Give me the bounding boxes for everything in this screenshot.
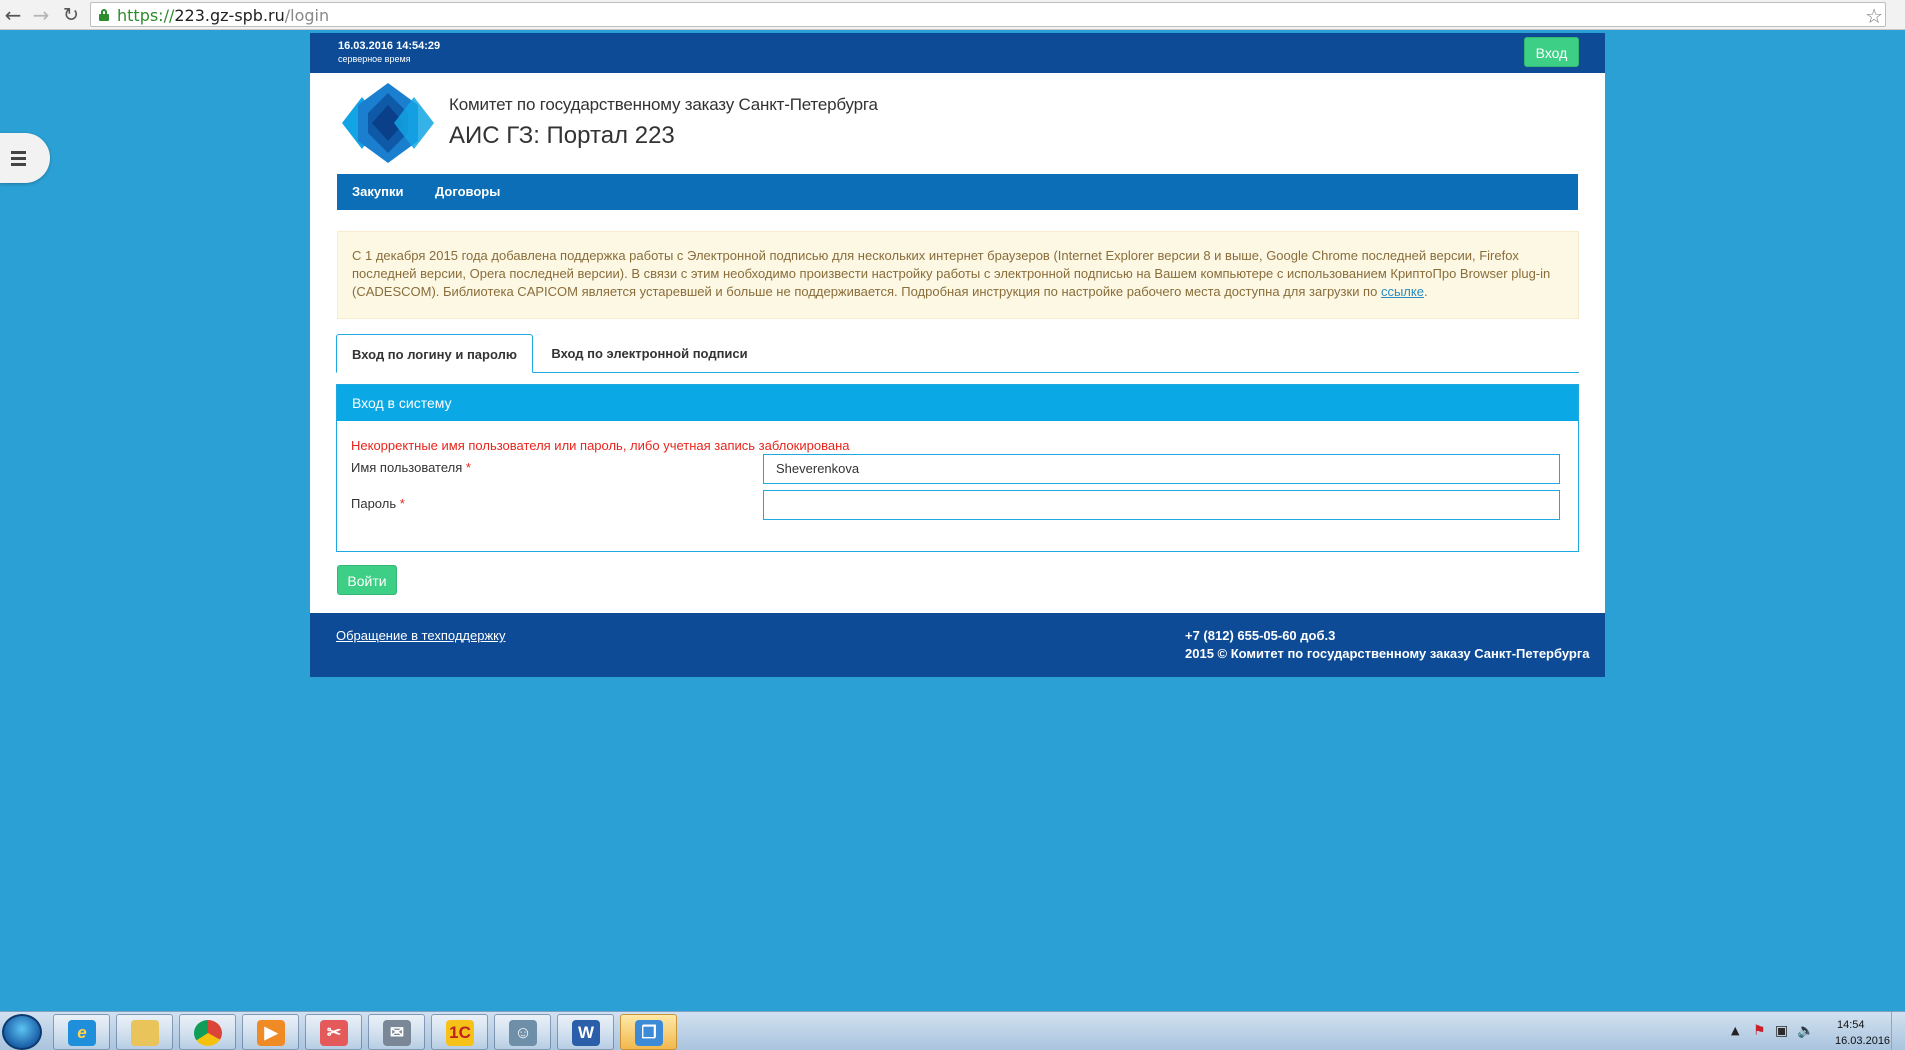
- required-mark: *: [399, 496, 405, 511]
- hamburger-icon: [11, 151, 26, 154]
- one-c-logo-icon: 1С: [446, 1020, 474, 1046]
- forward-arrow-icon[interactable]: →: [30, 4, 52, 26]
- volume-icon[interactable]: 🔈: [1797, 1023, 1814, 1039]
- top-bar: 16.03.2016 14:54:29 серверное время Вход: [310, 33, 1605, 73]
- support-link[interactable]: Обращение в техподдержку: [336, 628, 506, 643]
- monitor-icon[interactable]: ▣: [1775, 1023, 1788, 1039]
- committee-logo: [342, 83, 434, 163]
- tab-digital-signature[interactable]: Вход по электронной подписи: [546, 334, 753, 373]
- folder-icon: [131, 1020, 159, 1046]
- word-icon[interactable]: W: [557, 1014, 614, 1050]
- url-host: 223.gz-spb.ru: [174, 6, 285, 25]
- address-bar[interactable]: https://223.gz-spb.ru/login ☆: [90, 2, 1886, 28]
- page-container: 16.03.2016 14:54:29 серверное время Вход…: [310, 33, 1605, 677]
- envelope-icon: ✉: [383, 1020, 411, 1046]
- person-icon: ☺: [509, 1020, 537, 1046]
- login-panel-title: Вход в систему: [337, 385, 1578, 421]
- footer-phone: +7 (812) 655-05-60 доб.3: [1185, 628, 1336, 643]
- footer-copyright: 2015 © Комитет по государственному заказ…: [1185, 646, 1590, 661]
- hamburger-icon-bar: [11, 163, 26, 166]
- network-error-icon[interactable]: ⚑: [1753, 1023, 1766, 1039]
- back-arrow-icon[interactable]: ←: [2, 4, 24, 26]
- browser-toolbar: ← → ↻ https://223.gz-spb.ru/login ☆: [0, 0, 1905, 30]
- lock-icon: [99, 9, 109, 21]
- window-icon: ❐: [635, 1020, 663, 1046]
- required-mark: *: [465, 460, 471, 475]
- footer: Обращение в техподдержку +7 (812) 655-05…: [310, 613, 1605, 677]
- notice-alert: С 1 декабря 2015 года добавлена поддержк…: [337, 231, 1579, 319]
- media-player-icon[interactable]: ▶: [242, 1014, 299, 1050]
- start-button[interactable]: [2, 1014, 42, 1050]
- notice-text: С 1 декабря 2015 года добавлена поддержк…: [352, 248, 1551, 299]
- main-menu: Закупки Договоры: [337, 174, 1578, 210]
- password-input[interactable]: [763, 490, 1560, 520]
- play-icon: ▶: [257, 1020, 285, 1046]
- internet-explorer-icon[interactable]: e: [53, 1014, 110, 1050]
- side-menu-toggle[interactable]: [0, 133, 50, 183]
- menu-item-contracts[interactable]: Договоры: [435, 174, 500, 210]
- login-error-message: Некорректные имя пользователя или пароль…: [351, 438, 850, 453]
- server-time-label: серверное время: [338, 54, 411, 64]
- bookmark-star-icon[interactable]: ☆: [1865, 4, 1883, 28]
- server-time: 16.03.2016 14:54:29: [338, 40, 441, 52]
- file-explorer-icon[interactable]: [116, 1014, 173, 1050]
- username-label-text: Имя пользователя: [351, 460, 463, 475]
- username-label: Имя пользователя *: [351, 460, 471, 475]
- tab-login-password[interactable]: Вход по логину и паролю: [336, 334, 533, 373]
- clock-date[interactable]: 16.03.2016: [1835, 1035, 1890, 1047]
- header-login-button[interactable]: Вход: [1524, 37, 1579, 67]
- url-text: https://223.gz-spb.ru/login: [117, 6, 329, 25]
- taskbar-ie-glyph: e: [68, 1020, 96, 1046]
- windows-explorer-icon[interactable]: ❐: [620, 1014, 677, 1050]
- reload-icon[interactable]: ↻: [60, 4, 82, 26]
- snipping-tool-icon[interactable]: ✂: [305, 1014, 362, 1050]
- url-scheme: https://: [117, 6, 175, 25]
- hamburger-icon-bar: [11, 157, 26, 160]
- show-desktop-button[interactable]: [1891, 1012, 1905, 1050]
- username-input[interactable]: Sheverenkova: [763, 454, 1560, 484]
- password-label-text: Пароль: [351, 496, 397, 511]
- chrome-logo-icon: [194, 1020, 222, 1046]
- chrome-icon[interactable]: [179, 1014, 236, 1050]
- user-app-icon[interactable]: ☺: [494, 1014, 551, 1050]
- mail-icon[interactable]: ✉: [368, 1014, 425, 1050]
- windows-taskbar: e ▶ ✂ ✉ 1С ☺ W ❐ ▲ ⚑ ▣ 🔈 14:54 16.03.201…: [0, 1011, 1905, 1050]
- portal-title: АИС ГЗ: Портал 223: [449, 122, 675, 149]
- word-logo-icon: W: [572, 1020, 600, 1046]
- clock-time[interactable]: 14:54: [1837, 1019, 1865, 1031]
- scissors-icon: ✂: [320, 1020, 348, 1046]
- organization-name: Комитет по государственному заказу Санкт…: [449, 95, 878, 114]
- tray-expand-icon[interactable]: ▲: [1731, 1024, 1739, 1037]
- 1c-icon[interactable]: 1С: [431, 1014, 488, 1050]
- notice-suffix: .: [1423, 284, 1428, 299]
- submit-login-button[interactable]: Войти: [337, 565, 397, 595]
- url-path: /login: [284, 6, 330, 25]
- login-panel: Вход в систему Некорректные имя пользова…: [336, 384, 1579, 552]
- notice-link[interactable]: ссылке: [1381, 284, 1424, 299]
- menu-item-purchases[interactable]: Закупки: [352, 174, 403, 210]
- password-label: Пароль *: [351, 496, 405, 511]
